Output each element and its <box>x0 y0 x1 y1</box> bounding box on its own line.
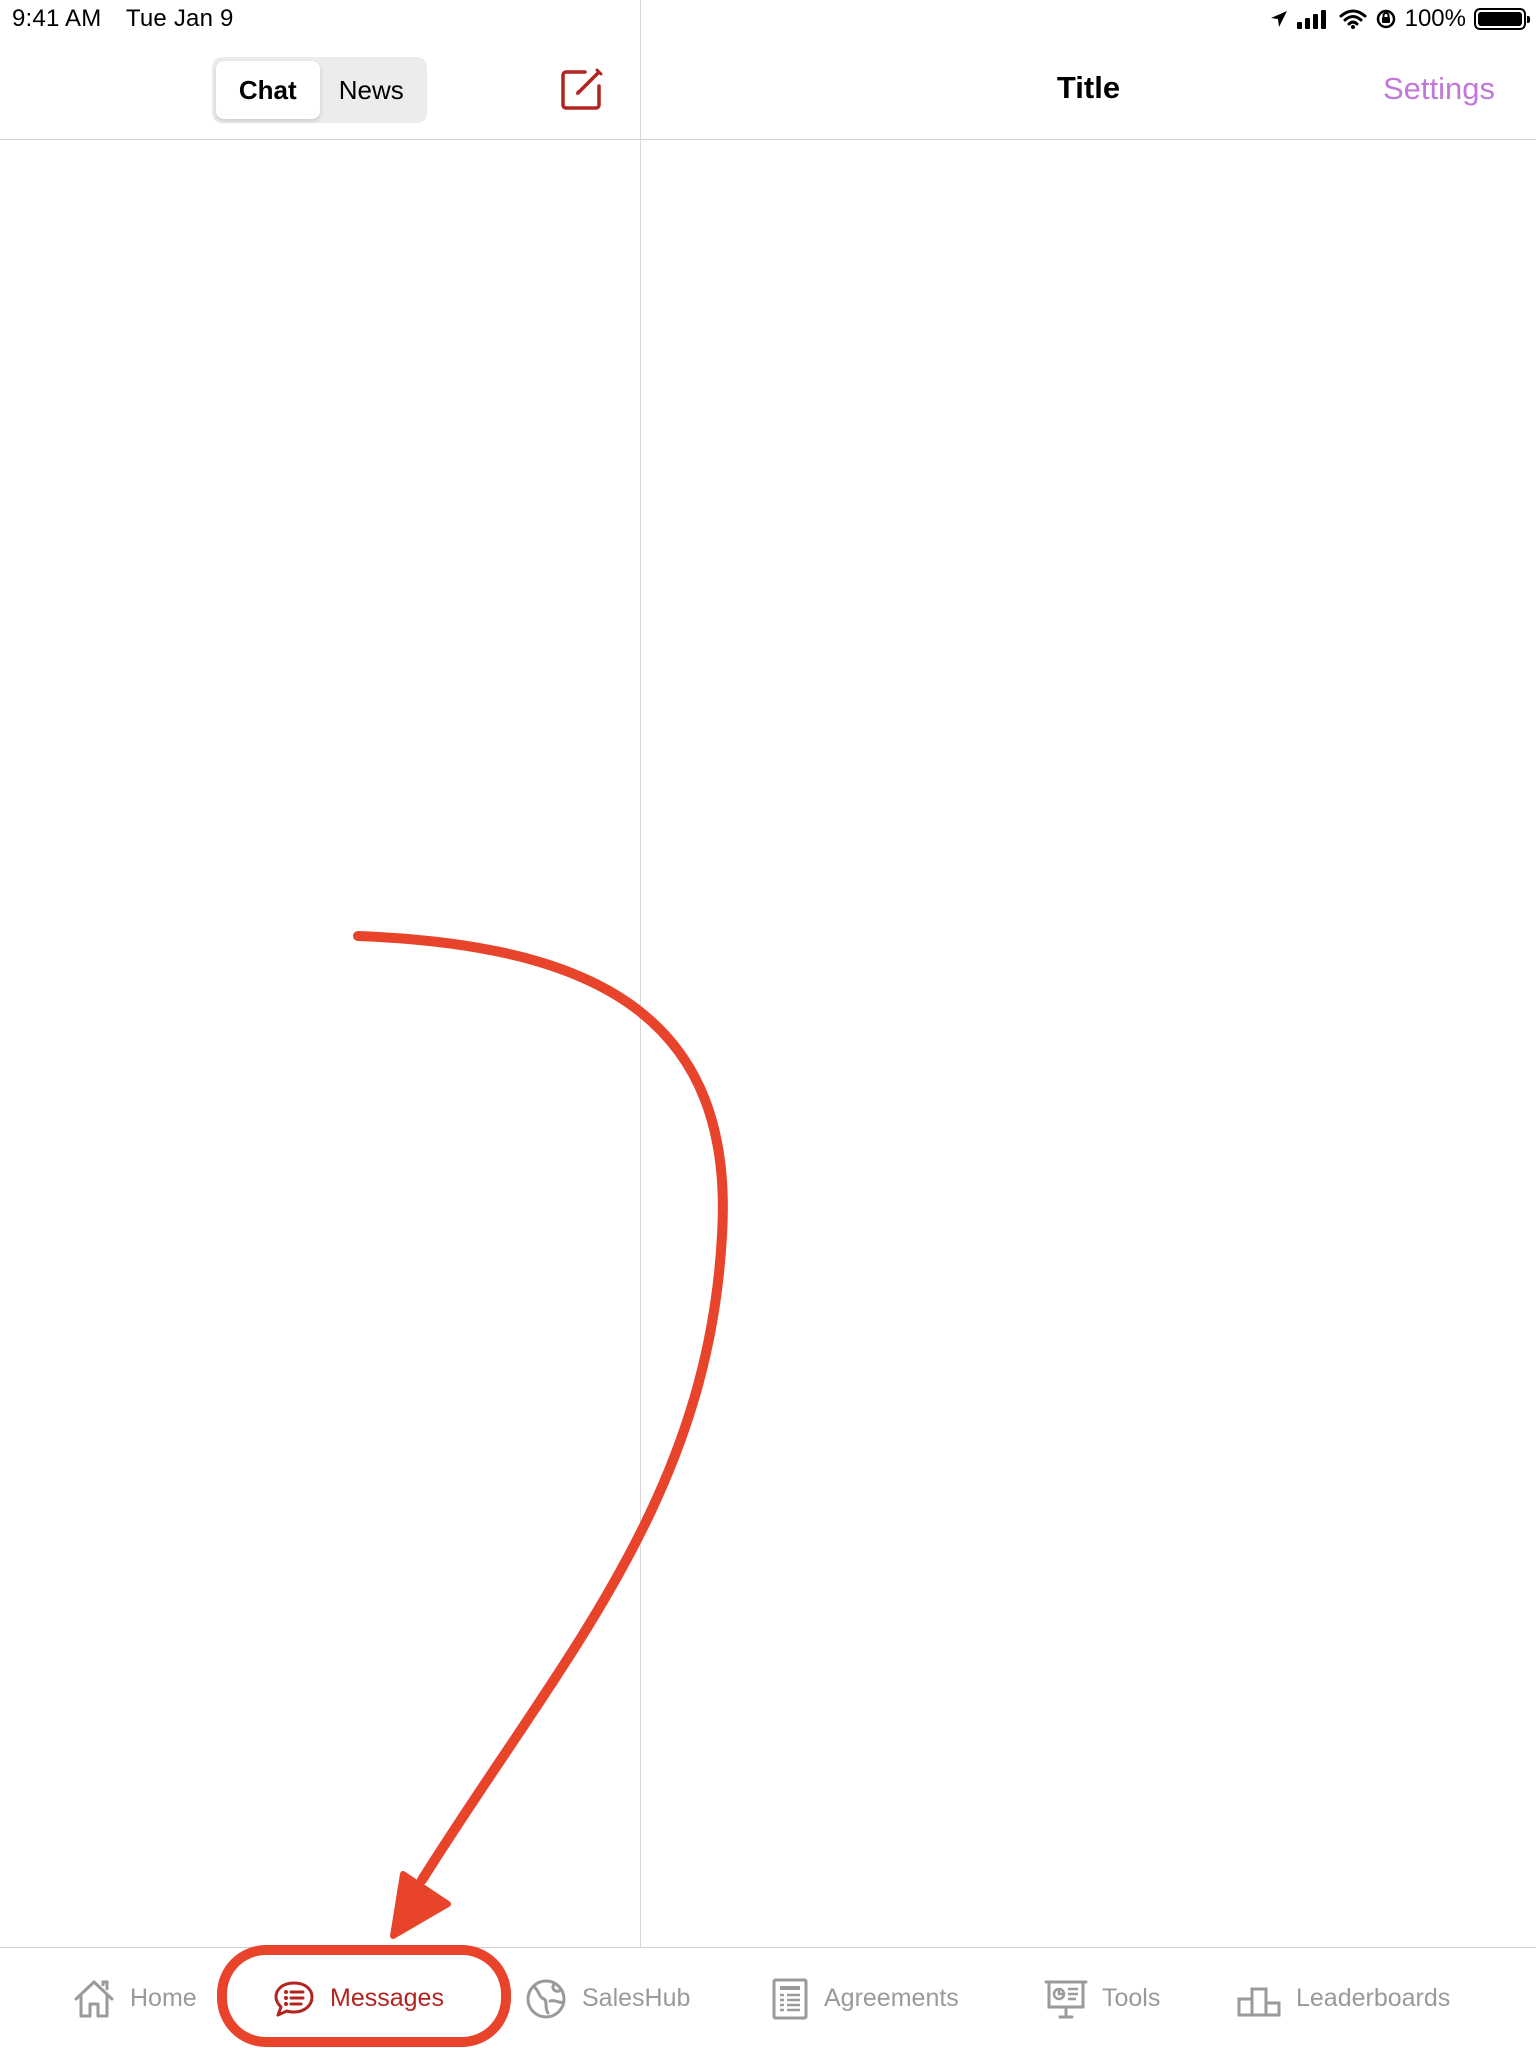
tab-saleshub-label: SalesHub <box>582 1984 691 2012</box>
status-time-date: 9:41 AM Tue Jan 9 <box>12 5 252 33</box>
battery-percent: 100% <box>1404 5 1466 32</box>
tab-leaderboards[interactable]: Leaderboards <box>1236 1948 1450 2048</box>
right-pane-header: Title Settings <box>641 40 1536 140</box>
podium-icon <box>1237 1987 1281 2016</box>
tab-saleshub[interactable]: SalesHub <box>524 1948 690 2048</box>
compose-icon <box>561 68 603 110</box>
globe-icon <box>526 1979 566 2018</box>
document-icon <box>772 1978 808 2019</box>
cellular-signal-icon <box>1296 10 1326 29</box>
app-root: 9:41 AM Tue Jan 9 100% Chat News Title S… <box>0 0 1536 2048</box>
segment-chat[interactable]: Chat <box>216 61 320 119</box>
tab-agreements[interactable]: Agreements <box>770 1948 959 2048</box>
location-arrow-icon <box>1270 11 1287 27</box>
wifi-icon <box>1339 9 1367 29</box>
segment-news[interactable]: News <box>320 61 424 119</box>
battery-icon <box>1474 8 1530 30</box>
tab-home[interactable]: Home <box>72 1948 197 2048</box>
tab-home-label: Home <box>130 1984 197 2012</box>
chat-bubble-icon <box>274 1981 314 2016</box>
status-bar: 9:41 AM Tue Jan 9 100% <box>0 0 1536 40</box>
home-icon <box>74 1980 114 2017</box>
tab-agreements-label: Agreements <box>824 1984 959 2012</box>
tab-leaderboards-label: Leaderboards <box>1296 1984 1451 2012</box>
tab-messages[interactable]: Messages <box>272 1948 444 2048</box>
tab-tools[interactable]: Tools <box>1044 1948 1160 2048</box>
orientation-lock-icon <box>1376 9 1395 29</box>
presentation-board-icon <box>1044 1980 1088 2018</box>
split-view-divider <box>640 0 641 1947</box>
compose-button[interactable] <box>559 66 605 112</box>
tab-bar: Home Messages SalesHub Agreements Tools … <box>0 1947 1536 2048</box>
tab-messages-label: Messages <box>330 1984 444 2012</box>
annotation-arrowhead <box>390 1871 451 1939</box>
status-indicators: 100% <box>1269 5 1530 33</box>
status-date: Tue Jan 9 <box>125 5 234 32</box>
tutorial-annotation <box>217 931 728 2047</box>
annotation-curved-arrow <box>353 931 728 1885</box>
tab-tools-label: Tools <box>1102 1984 1161 2012</box>
settings-button[interactable]: Settings <box>1383 71 1495 107</box>
status-time: 9:41 AM <box>12 5 102 32</box>
chat-news-segmented-control: Chat News <box>212 57 427 123</box>
left-pane-header: Chat News <box>0 40 640 140</box>
